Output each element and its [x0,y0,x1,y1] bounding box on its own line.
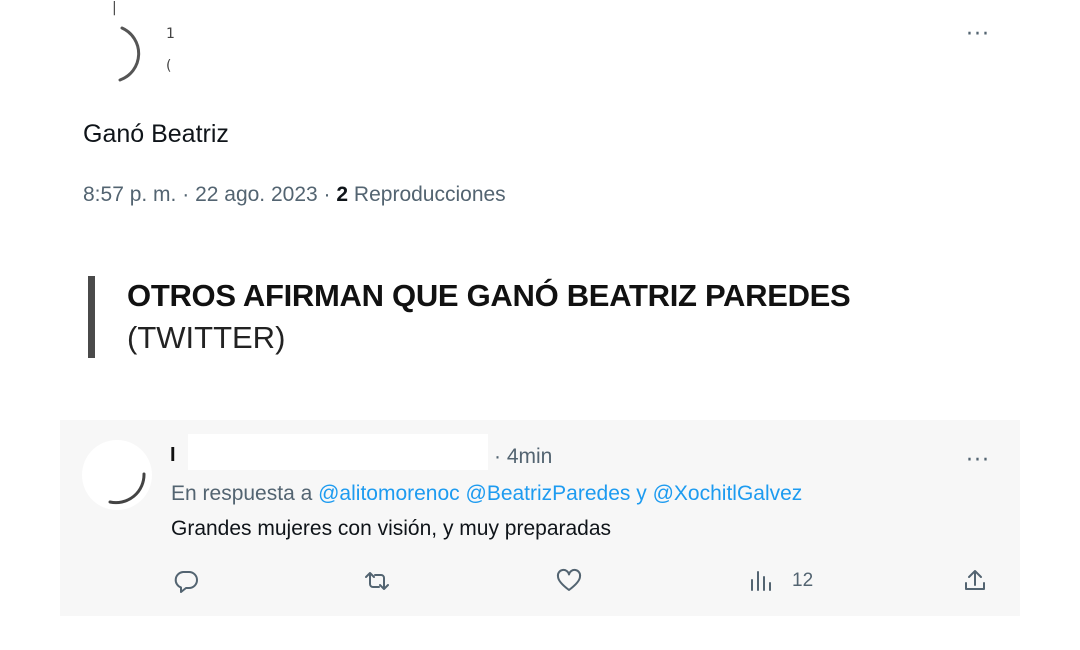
heart-icon [555,568,583,594]
mention-link[interactable]: @BeatrizParedes [466,482,631,505]
mention-link[interactable]: @alitomorenoc [318,482,460,505]
mention-conjunction: y [636,482,647,505]
views-label: Reproducciones [353,183,506,206]
replying-to: En respuesta a @alitomorenoc @BeatrizPar… [171,482,802,506]
tweet-date[interactable]: 22 ago. 2023 [195,183,318,206]
meta-separator: · [182,183,190,206]
avatar[interactable] [82,440,152,510]
mention-link[interactable]: @XochitlGalvez [653,482,803,505]
meta-separator: · [323,183,331,206]
analytics-icon [748,568,774,594]
more-options-icon[interactable]: ··· [966,22,990,47]
caption-block: OTROS AFIRMAN QUE GANÓ BEATRIZ PAREDES (… [88,272,988,362]
views-button[interactable]: 12 [748,566,813,596]
redaction-artifact: | [112,0,117,16]
tweet-time[interactable]: 8:57 p. m. [83,183,176,206]
avatar[interactable] [80,18,150,88]
reply-button[interactable] [173,566,199,596]
author-name-fragment: 1 [166,26,175,42]
more-options-icon[interactable]: ··· [966,448,990,473]
tweet: | 1 ( ··· Ganó Beatriz 8:57 p. m. · 22 a… [0,0,1080,240]
caption-title: OTROS AFIRMAN QUE GANÓ BEATRIZ PAREDES [127,278,851,313]
redacted-author [188,434,488,470]
share-button[interactable] [962,566,988,596]
reply-time[interactable]: · 4min [494,445,552,469]
retweet-button[interactable] [362,566,392,596]
replying-to-prefix: En respuesta a [171,482,313,505]
author-name-fragment[interactable]: I [170,444,176,467]
caption-source: (TWITTER) [127,320,286,355]
tweet-text: Ganó Beatriz [83,120,229,148]
redacted-author [178,12,368,84]
author-handle-fragment: ( [166,58,172,74]
tweet-meta: 8:57 p. m. · 22 ago. 2023 · 2 Reproducci… [83,183,506,207]
retweet-icon [362,568,392,594]
caption-accent-bar [88,276,95,358]
share-icon [962,568,988,594]
like-button[interactable] [555,566,583,596]
views-count: 2 [336,183,349,206]
reply-tweet[interactable]: I · 4min ··· En respuesta a @alitomoreno… [60,420,1020,616]
comment-icon [173,568,199,594]
views-count: 12 [792,570,814,591]
reply-text: Grandes mujeres con visión, y muy prepar… [171,517,612,540]
